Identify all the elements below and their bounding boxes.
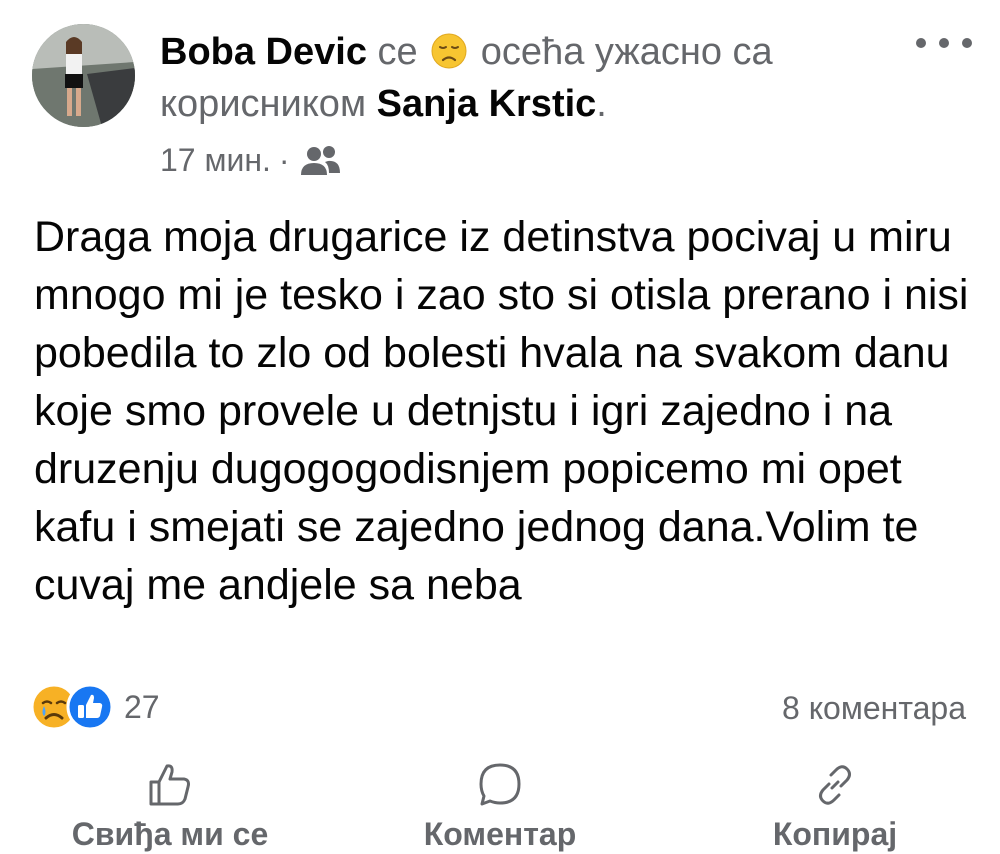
- like-button[interactable]: Свиђа ми се: [60, 760, 280, 853]
- copy-label: Копирај: [772, 816, 898, 852]
- more-options-button[interactable]: [916, 28, 972, 58]
- author-avatar[interactable]: [32, 24, 135, 127]
- dot-icon: [916, 38, 926, 48]
- feeling-prefix: се: [377, 31, 418, 73]
- post-header: Boba Devic се осећа ужасно са корисником…: [160, 26, 900, 130]
- reactions-summary[interactable]: 27: [30, 683, 160, 731]
- facebook-post: Boba Devic се осећа ужасно са корисником…: [0, 0, 1000, 854]
- dot-icon: [939, 38, 949, 48]
- dot-icon: [962, 38, 972, 48]
- reaction-count: 27: [124, 688, 160, 725]
- comments-count-link[interactable]: 8 коментара: [782, 690, 966, 727]
- like-label: Свиђа ми се: [71, 816, 269, 852]
- comment-label: Коментар: [423, 816, 577, 852]
- thumbs-up-icon: [149, 764, 190, 806]
- tagged-suffix: .: [596, 83, 607, 125]
- timestamp[interactable]: 17 мин.: [160, 142, 271, 179]
- sad-face-emoji-icon: [430, 32, 468, 70]
- thumbs-up-reaction-icon: [66, 683, 114, 731]
- comment-button[interactable]: Коментар: [395, 760, 605, 853]
- friends-icon[interactable]: [298, 145, 342, 177]
- feeling-text: осећа ужасно са: [480, 31, 773, 73]
- tagged-user[interactable]: Sanja Krstic: [377, 83, 597, 125]
- author-name[interactable]: Boba Devic: [160, 31, 367, 73]
- post-meta: 17 мин. ·: [160, 142, 342, 179]
- copy-link-button[interactable]: Копирај: [735, 760, 935, 853]
- action-bar: Свиђа ми се Коментар Копирај: [0, 760, 1000, 854]
- with-prefix: корисником: [160, 83, 367, 125]
- meta-separator: ·: [278, 142, 290, 178]
- post-body: Draga moja drugarice iz detinstva pociva…: [34, 213, 969, 609]
- comment-bubble-icon: [479, 763, 521, 806]
- link-icon: [819, 765, 851, 805]
